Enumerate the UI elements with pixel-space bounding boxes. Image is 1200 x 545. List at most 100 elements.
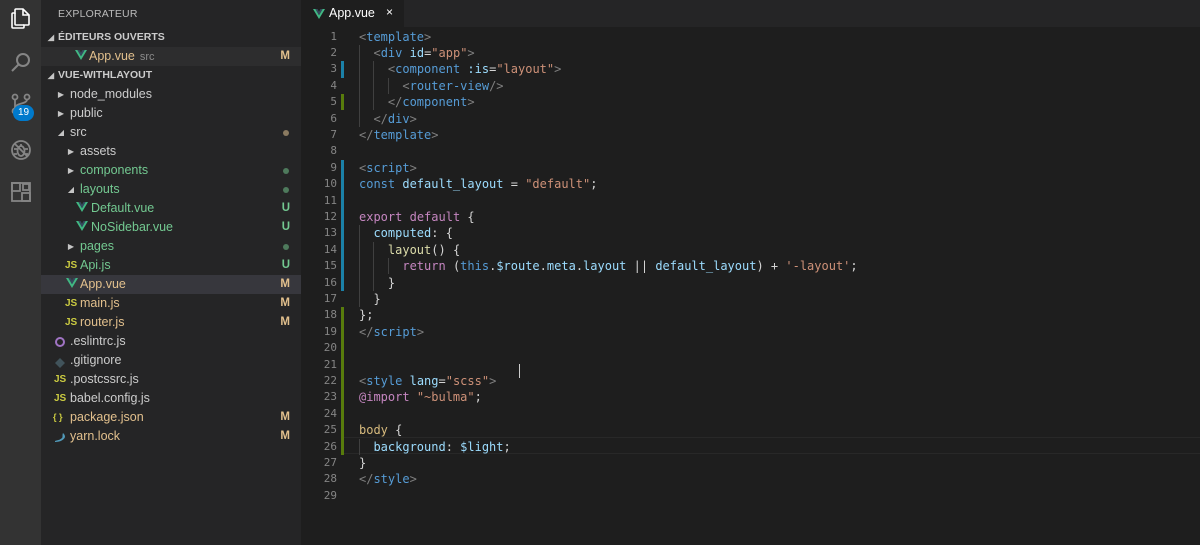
tree-item-gitignore[interactable]: .gitignore	[41, 351, 301, 370]
debug-icon[interactable]	[0, 132, 41, 168]
vue-file-icon	[313, 8, 325, 22]
sidebar-title: EXPLORATEUR	[58, 8, 138, 20]
code-token: const	[359, 177, 396, 192]
git-status-badge: U	[281, 221, 290, 233]
yarn-icon	[54, 431, 66, 450]
code-line: <div id="app">	[359, 45, 475, 61]
source-control-badge: 19	[13, 105, 34, 121]
code-token: >	[467, 45, 475, 60]
project-header[interactable]: ◢ VUE-WITHLAYOUT	[41, 66, 301, 85]
chevron-right-icon: ▶	[67, 242, 75, 251]
code-token: </	[373, 111, 388, 126]
code-token: "layout"	[496, 62, 555, 77]
explorer-icon[interactable]	[0, 1, 41, 37]
code-token: component	[395, 62, 461, 77]
line-number: 17	[323, 291, 337, 305]
code-line: <style lang="scss">	[359, 373, 496, 389]
code-token: }	[359, 455, 367, 470]
code-line: }	[359, 275, 395, 291]
code-token: default	[409, 209, 461, 224]
tree-item-package-json[interactable]: { } package.json M	[41, 408, 301, 427]
tree-item-assets[interactable]: ▶ assets	[41, 142, 301, 161]
open-editor-item[interactable]: App.vue src M	[41, 47, 301, 66]
line-number: 8	[330, 144, 337, 158]
code-line: <component :is="layout">	[359, 61, 561, 77]
code-token: >	[416, 324, 425, 339]
code-editor[interactable]: 1 <template> 2 <div id="app"> 3 <component …	[301, 27, 1200, 545]
mouse-text-cursor	[519, 364, 520, 378]
untracked-dot	[283, 168, 289, 174]
js-file-icon: JS	[65, 317, 78, 328]
js-file-icon: JS	[54, 374, 67, 385]
git-gutter-mark	[341, 307, 344, 455]
line-number: 9	[330, 160, 337, 174]
line-number: 2	[330, 45, 337, 59]
code-token: <	[373, 45, 381, 60]
line-number: 25	[323, 423, 337, 437]
code-line: </component>	[359, 94, 475, 110]
tree-item-postcssrc[interactable]: JS .postcssrc.js	[41, 370, 301, 389]
code-line: }	[359, 455, 366, 471]
line-number: 28	[323, 472, 337, 486]
chevron-right-icon: ▶	[57, 90, 65, 99]
tree-item-components[interactable]: ▶ components	[41, 161, 301, 180]
code-line: return (this.$route.meta.layout || defau…	[359, 258, 857, 274]
code-token: </	[359, 324, 374, 339]
extensions-icon[interactable]	[0, 174, 41, 210]
code-line: </template>	[359, 127, 438, 143]
tree-item-src[interactable]: ◢ src	[41, 123, 301, 142]
tree-item-layouts[interactable]: ◢ layouts	[41, 180, 301, 199]
code-line: layout() {	[359, 242, 460, 258]
tree-item-nosidebar-vue[interactable]: NoSidebar.vue U	[41, 218, 301, 237]
tree-item-api-js[interactable]: JS Api.js U	[41, 256, 301, 275]
git-status-badge: M	[280, 50, 290, 62]
eslint-icon	[55, 337, 65, 347]
code-token: {	[387, 423, 403, 438]
git-status-badge: M	[280, 297, 290, 309]
code-line: const default_layout = "default";	[359, 176, 597, 192]
tree-item-public[interactable]: ▶ public	[41, 104, 301, 123]
tree-item-pages[interactable]: ▶ pages	[41, 237, 301, 256]
line-number: 4	[330, 78, 337, 92]
code-token: computed	[373, 226, 432, 241]
modified-dot	[283, 130, 289, 136]
tree-item-yarn-lock[interactable]: yarn.lock M	[41, 427, 301, 446]
tab-app-vue[interactable]: App.vue ×	[301, 0, 404, 27]
tree-item-main-js[interactable]: JS main.js M	[41, 294, 301, 313]
code-token: />	[489, 78, 504, 93]
search-icon[interactable]	[0, 45, 41, 81]
tree-item-babel-config[interactable]: JS babel.config.js	[41, 389, 301, 408]
tree-item-eslintrc[interactable]: .eslintrc.js	[41, 332, 301, 351]
tree-item-default-vue[interactable]: Default.vue U	[41, 199, 301, 218]
code-line: </script>	[359, 324, 424, 340]
code-token: script	[366, 160, 410, 175]
tree-item-router-js[interactable]: JS router.js M	[41, 313, 301, 332]
code-token: :is	[467, 62, 490, 77]
code-token: >	[409, 160, 417, 175]
line-number: 12	[323, 209, 337, 223]
code-token: (	[445, 259, 461, 274]
code-token: {	[460, 209, 475, 224]
line-number: 15	[323, 259, 337, 273]
code-token: style	[366, 373, 403, 388]
code-token: () {	[431, 242, 461, 257]
code-token: "app"	[431, 45, 468, 60]
code-token: </	[359, 472, 374, 487]
line-number: 6	[330, 111, 337, 125]
line-number: 7	[330, 127, 337, 141]
code-line: };	[359, 307, 373, 323]
code-line: <template>	[359, 29, 431, 45]
tab-label: App.vue	[329, 6, 375, 20]
tree-item-node-modules[interactable]: ▶ node_modules	[41, 85, 301, 104]
code-token: router-view	[409, 78, 490, 93]
tree-item-app-vue[interactable]: App.vue M	[41, 275, 301, 294]
code-token: >	[467, 95, 475, 110]
code-token: }	[359, 291, 381, 306]
close-icon[interactable]: ×	[386, 5, 393, 19]
open-editors-header[interactable]: ◢ ÉDITEURS OUVERTS	[41, 28, 301, 47]
line-number: 14	[323, 242, 337, 256]
